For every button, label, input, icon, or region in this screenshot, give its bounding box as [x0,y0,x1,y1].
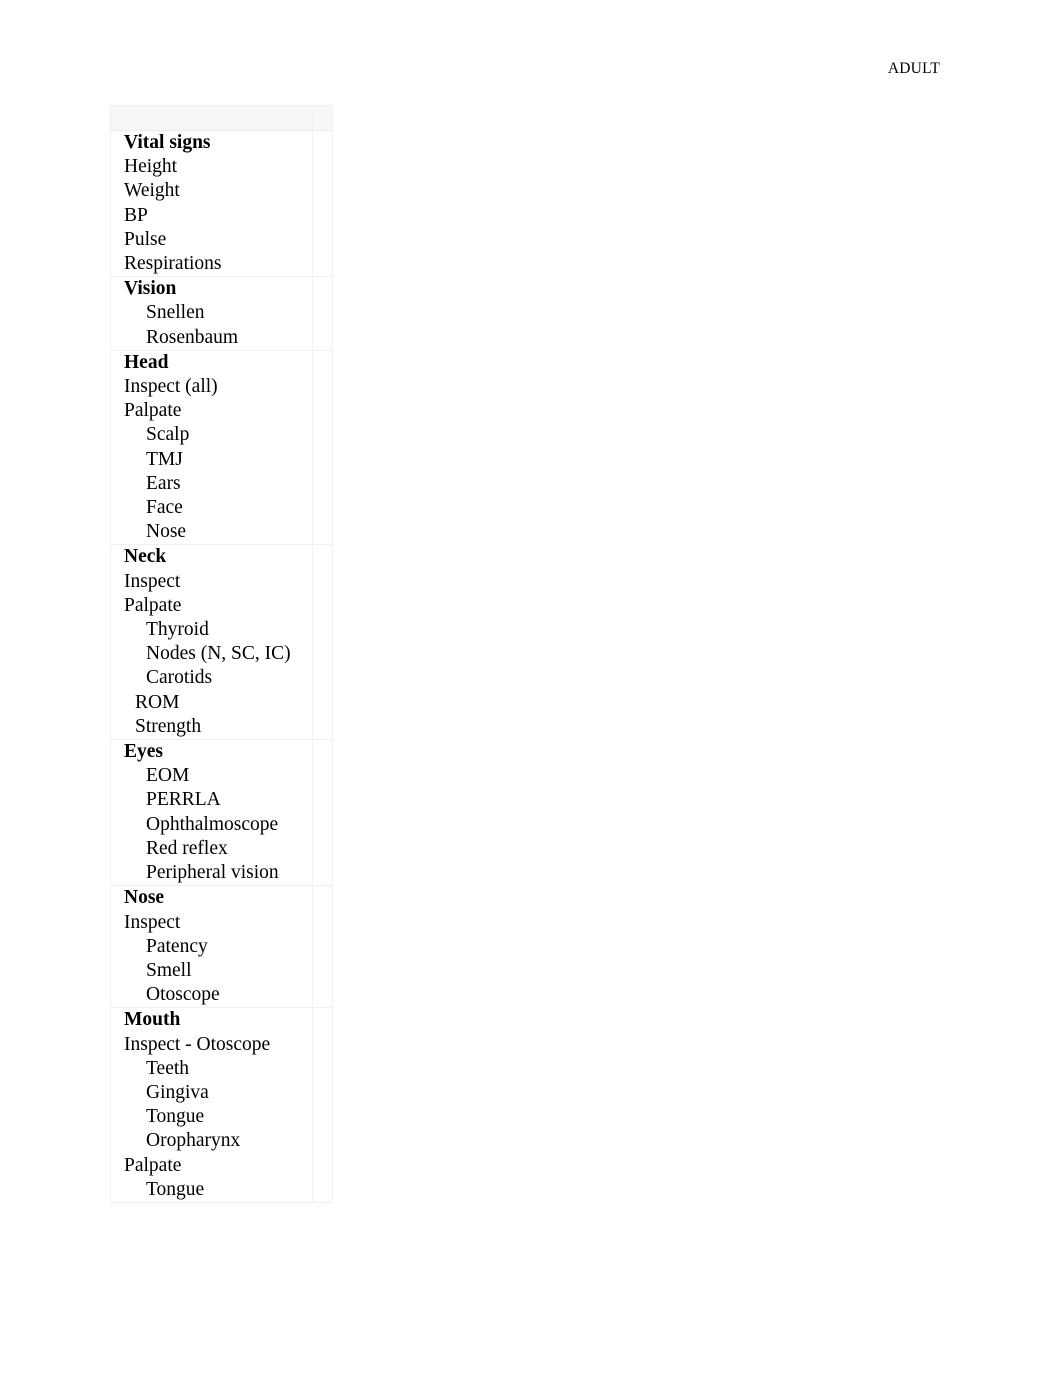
checklist-item[interactable]: Tongue [111,1178,312,1202]
group-heading: Vital signs [124,132,211,153]
checklist-group-eyes: Eyes EOM PERRLA Ophthalmoscope Red reflex Per… [110,739,313,887]
table-row: Mouth Inspect - Otoscope Teeth Gingiva Tongu… [110,1007,333,1203]
checklist-item[interactable]: BP [111,204,312,228]
table-header-item-cell [110,105,313,131]
page-header: ADULT [0,0,1062,96]
checklist-item[interactable]: Tongue [111,1105,312,1129]
checklist-item[interactable]: Oropharynx [111,1129,312,1153]
checklist-group-check-cell[interactable] [312,739,333,887]
checklist-item[interactable]: Inspect [111,911,312,935]
table-header-check-cell [312,105,333,131]
table-row: Neck Inspect Palpate Thyroid Nodes (N, SC, I… [110,544,333,741]
checklist-item[interactable]: Inspect [111,570,312,594]
checklist-item[interactable]: Ears [111,472,312,496]
checklist-item[interactable]: Inspect (all) [111,375,312,399]
checklist-item[interactable]: Height [111,155,312,179]
checklist-item[interactable]: Thyroid [111,618,312,642]
checklist-group-mouth: Mouth Inspect - Otoscope Teeth Gingiva Tongu… [110,1007,313,1203]
checklist-group-check-cell[interactable] [312,544,333,741]
group-heading: Head [124,351,169,373]
checklist-item[interactable]: Palpate [111,594,312,618]
checklist-item[interactable]: Palpate [111,399,312,423]
checklist-item[interactable]: Teeth [111,1057,312,1081]
checklist-item[interactable]: Strength [111,715,312,739]
checklist-group-check-cell[interactable] [312,1007,333,1203]
group-heading: Mouth [124,1009,181,1031]
checklist-item[interactable]: EOM [111,764,312,788]
checklist-item[interactable]: Nose [111,520,312,544]
table-row: Vision Snellen Rosenbaum [110,276,333,351]
group-heading: Neck [124,546,167,568]
table-header-row [110,105,333,131]
checklist-item[interactable]: Carotids [111,666,312,690]
table-row: Eyes EOM PERRLA Ophthalmoscope Red reflex Per… [110,739,333,887]
group-heading: Eyes [124,741,163,763]
group-heading: Nose [124,887,165,909]
exam-checklist-table: Vital signs Height Weight BP Pulse Respiratio… [110,105,333,1203]
checklist-item[interactable]: Face [111,496,312,520]
group-heading: Vision [124,278,177,300]
checklist-group-check-cell[interactable] [312,276,333,351]
checklist-group-neck: Neck Inspect Palpate Thyroid Nodes (N, SC, I… [110,544,313,741]
checklist-item[interactable]: Gingiva [111,1081,312,1105]
checklist-item[interactable]: Otoscope [111,983,312,1007]
checklist-item[interactable]: PERRLA [111,788,312,812]
checklist-item[interactable]: Scalp [111,423,312,447]
table-row: Vital signs Height Weight BP Pulse Respiratio… [110,129,333,278]
checklist-group-check-cell[interactable] [312,349,333,546]
checklist-item[interactable]: Weight [111,179,312,203]
checklist-group-vision: Vision Snellen Rosenbaum [110,276,313,351]
checklist-item[interactable]: TMJ [111,448,312,472]
checklist-item[interactable]: Palpate [111,1154,312,1178]
page-title: ADULT [887,60,940,77]
checklist-item[interactable]: Rosenbaum [111,326,312,350]
checklist-item[interactable]: Red reflex [111,837,312,861]
checklist-item[interactable]: Nodes (N, SC, IC) [111,642,312,666]
table-row: Head Inspect (all) Palpate Scalp TMJ Ears Face… [110,349,333,546]
checklist-item[interactable]: Patency [111,935,312,959]
table-row: Nose Inspect Patency Smell Otoscope [110,885,333,1009]
checklist-item[interactable]: Peripheral vision [111,861,312,885]
checklist-item[interactable]: Inspect - Otoscope [111,1033,312,1057]
checklist-body: Vital signs Height Weight BP Pulse Respiratio… [110,105,333,1203]
checklist-item[interactable]: Snellen [111,301,312,325]
checklist-item[interactable]: Ophthalmoscope [111,813,312,837]
checklist-group-head: Head Inspect (all) Palpate Scalp TMJ Ears Face… [110,349,313,546]
checklist-group-check-cell[interactable] [312,129,333,278]
checklist-item[interactable]: Smell [111,959,312,983]
checklist-group-check-cell[interactable] [312,885,333,1009]
checklist-item[interactable]: ROM [111,691,312,715]
checklist-group-vital-signs: Vital signs Height Weight BP Pulse Respiratio… [110,130,313,278]
checklist-item[interactable]: Pulse [111,228,312,252]
checklist-item[interactable]: Respirations [111,252,312,276]
checklist-group-nose: Nose Inspect Patency Smell Otoscope [110,885,313,1009]
